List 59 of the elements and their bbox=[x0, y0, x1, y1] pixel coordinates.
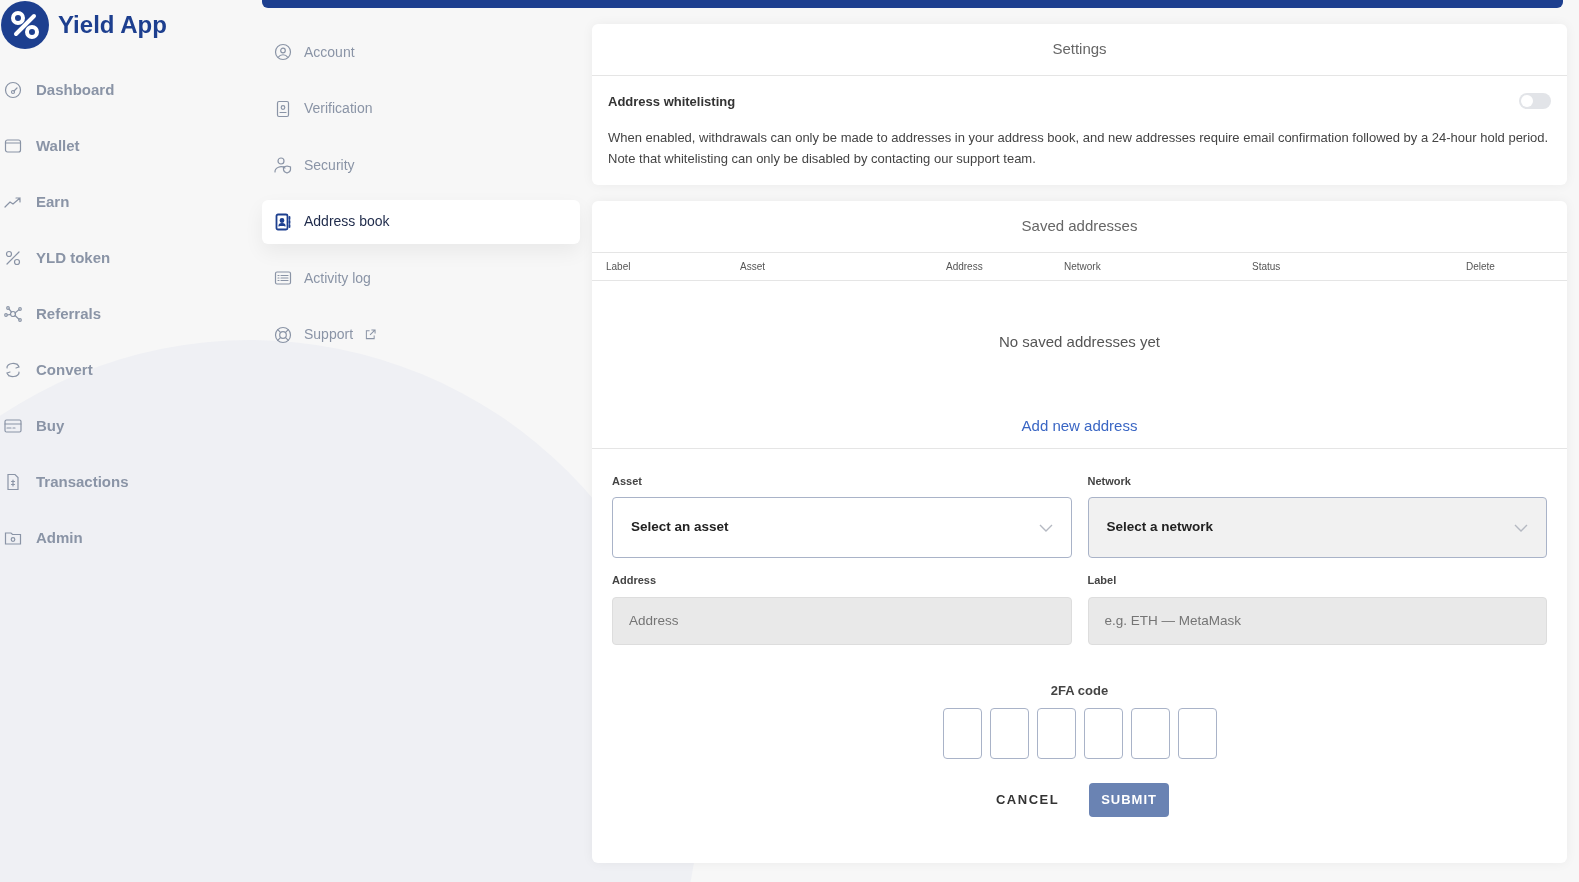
sidebar-item[interactable]: Transactions bbox=[0, 454, 262, 510]
settings-nav-item[interactable]: Address book bbox=[262, 199, 580, 244]
chevron-down-icon bbox=[1038, 523, 1053, 532]
settings-nav-item[interactable]: Account bbox=[262, 30, 580, 74]
user-circle-icon bbox=[274, 43, 292, 61]
sidebar-item[interactable]: Buy bbox=[0, 398, 262, 454]
logo-icon bbox=[0, 0, 50, 50]
sidebar-item[interactable]: Dashboard bbox=[0, 62, 262, 118]
network-icon bbox=[4, 305, 22, 323]
sidebar-item[interactable]: YLD token bbox=[0, 230, 262, 286]
brand-name: Yield App bbox=[58, 10, 167, 40]
settings-nav-item[interactable]: Verification bbox=[262, 86, 580, 131]
column-header: Delete bbox=[1466, 259, 1496, 274]
setting-label: Address whitelisting bbox=[608, 92, 736, 111]
card-title: Settings bbox=[592, 24, 1567, 76]
settings-nav-item[interactable]: Activity log bbox=[262, 256, 580, 300]
contact-book-icon bbox=[274, 212, 292, 231]
code-digit-field[interactable] bbox=[1177, 708, 1217, 759]
id-badge-icon bbox=[274, 99, 292, 118]
receipt-icon bbox=[4, 473, 22, 491]
percent-icon bbox=[4, 249, 22, 267]
toggle-switch[interactable] bbox=[1519, 93, 1551, 110]
column-header: Label bbox=[606, 259, 632, 274]
user-shield-icon bbox=[274, 156, 292, 174]
field-label: Network bbox=[1087, 473, 1132, 489]
settings-nav-item[interactable]: Security bbox=[262, 143, 580, 187]
sidebar-item[interactable]: Wallet bbox=[0, 118, 262, 174]
column-header: Asset bbox=[740, 259, 766, 274]
code-digit-field[interactable] bbox=[1083, 708, 1123, 759]
code-digit-field[interactable] bbox=[1130, 708, 1170, 759]
field-label: Address bbox=[612, 573, 658, 588]
code-digit-field[interactable] bbox=[942, 708, 982, 759]
settings-nav-item[interactable]: Support bbox=[262, 312, 580, 357]
chevron-down-icon bbox=[1514, 523, 1528, 532]
sidebar-item[interactable]: Convert bbox=[0, 342, 262, 398]
field-label: 2FA code bbox=[1049, 681, 1110, 700]
code-digit-field[interactable] bbox=[1036, 708, 1076, 759]
add-address-link[interactable]: Add new address bbox=[1021, 417, 1138, 434]
code-digit-field[interactable] bbox=[989, 708, 1029, 759]
select-field[interactable]: Select an asset bbox=[612, 497, 1072, 558]
gauge-icon bbox=[4, 81, 22, 99]
card-title: Saved addresses bbox=[592, 201, 1567, 253]
empty-message: No saved addresses yet bbox=[998, 331, 1161, 352]
setting-description: When enabled, withdrawals can only be made to addresses in your address book, and new addresses require email confirmation followed by a 24-hour hold period. Note that whitelisting can only be disabled by contacting our support team. bbox=[608, 129, 1550, 168]
field-label: Asset bbox=[612, 473, 643, 489]
column-header: Address bbox=[946, 259, 984, 274]
sidebar-item[interactable]: Admin bbox=[0, 510, 262, 566]
column-header: Status bbox=[1252, 259, 1282, 274]
list-icon bbox=[274, 269, 292, 287]
sidebar-item[interactable]: Earn bbox=[0, 174, 262, 230]
field-label: Label bbox=[1087, 573, 1118, 588]
folder-icon bbox=[4, 529, 22, 547]
sidebar-item[interactable]: Referrals bbox=[0, 286, 262, 342]
exchange-icon bbox=[4, 361, 22, 379]
card-icon bbox=[4, 417, 22, 435]
cancel-button[interactable]: CANCEL bbox=[990, 789, 1066, 811]
column-header: Network bbox=[1064, 259, 1102, 274]
wallet-icon bbox=[4, 137, 22, 155]
lifebuoy-icon bbox=[274, 325, 292, 344]
